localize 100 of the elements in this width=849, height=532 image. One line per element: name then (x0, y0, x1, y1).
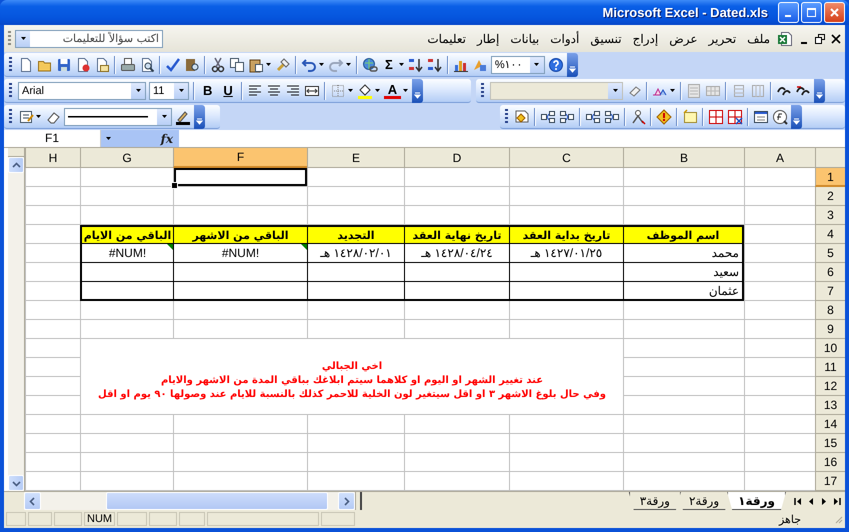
font-box[interactable]: Arial (18, 82, 146, 100)
last-sheet-icon[interactable] (833, 496, 841, 506)
table-cell[interactable]: ١٤٢٨/٠٢/٠١ هـ (307, 244, 404, 263)
row-header[interactable]: 4 (815, 225, 845, 244)
email-document-icon[interactable] (94, 56, 110, 72)
menu-item[interactable]: تعليمات (426, 32, 467, 46)
grid-cell[interactable] (173, 415, 307, 434)
row-header[interactable]: 5 (815, 244, 845, 263)
fill-handle[interactable] (171, 182, 178, 189)
table-cell[interactable] (509, 282, 623, 301)
grid-cell[interactable] (623, 453, 744, 472)
toolbar-grip[interactable] (9, 108, 12, 124)
column-header[interactable]: B (623, 148, 744, 168)
close-icon[interactable] (831, 34, 841, 44)
warning-diamond-icon[interactable] (656, 108, 672, 124)
toolbar-options-icon[interactable] (791, 104, 802, 128)
fill-color-icon[interactable] (356, 82, 373, 98)
copy-icon[interactable] (229, 56, 245, 72)
sheet-tab[interactable]: ورقة٣ (628, 492, 681, 510)
grid-cell[interactable] (25, 168, 80, 187)
sort-descending-icon[interactable] (426, 56, 443, 72)
caret-icon[interactable] (318, 61, 325, 68)
grid-cell[interactable] (509, 187, 623, 206)
caret-icon[interactable] (374, 87, 381, 94)
align-left-icon[interactable] (246, 82, 263, 98)
caret-icon[interactable] (134, 87, 142, 94)
table-cell[interactable] (404, 263, 509, 282)
caret-icon[interactable] (20, 35, 26, 42)
grid-cell[interactable] (623, 377, 744, 396)
row-header[interactable]: 16 (815, 453, 845, 472)
grid-cell[interactable] (25, 282, 80, 301)
row-header[interactable]: 1 (815, 168, 845, 187)
pen-color-icon[interactable] (175, 108, 191, 124)
grid-cell[interactable] (623, 396, 744, 415)
align-right-icon[interactable] (284, 82, 301, 98)
caret-icon[interactable] (105, 135, 112, 142)
toolbar-options-icon[interactable] (566, 52, 578, 76)
caret-icon[interactable] (612, 87, 618, 94)
caret-icon[interactable] (178, 87, 184, 94)
grid-cell[interactable] (25, 263, 80, 282)
table-cell[interactable] (404, 282, 509, 301)
grid-cell[interactable] (173, 434, 307, 453)
menu-item[interactable]: أدوات (549, 32, 580, 46)
grid-cell[interactable] (623, 187, 744, 206)
toolbar-grip[interactable] (9, 56, 12, 72)
grid-cell[interactable] (25, 396, 80, 415)
table-cell[interactable] (173, 263, 307, 282)
sort-ascending-icon[interactable] (408, 56, 424, 72)
menu-item[interactable]: ملف (746, 32, 771, 46)
grid-cell[interactable] (744, 377, 815, 396)
grid-cell[interactable] (25, 244, 80, 263)
align-center-icon[interactable] (266, 82, 282, 98)
grid-cell[interactable] (25, 415, 80, 434)
grid-cell[interactable] (744, 339, 815, 358)
document-permission-icon[interactable] (75, 56, 91, 72)
insert-function-label[interactable]: fx (160, 132, 173, 146)
column-header[interactable]: H (25, 148, 80, 168)
paste-icon[interactable] (248, 56, 264, 72)
grid-cell[interactable] (307, 187, 404, 206)
grid-cell[interactable] (25, 453, 80, 472)
toolbar-grip[interactable] (481, 82, 484, 98)
font-color-button[interactable]: A (384, 82, 402, 98)
evaluate-formula-icon[interactable] (772, 108, 788, 124)
row-header[interactable]: 9 (815, 320, 845, 339)
grid-cell[interactable] (307, 453, 404, 472)
row-header[interactable]: 14 (815, 415, 845, 434)
watch-window-icon[interactable] (753, 108, 769, 124)
column-header[interactable]: C (509, 148, 623, 168)
caret-icon[interactable] (160, 113, 168, 120)
table-cell[interactable]: محمد (623, 244, 744, 263)
column-header[interactable]: F (173, 148, 307, 168)
cut-icon[interactable] (210, 56, 226, 72)
new-document-icon[interactable] (18, 56, 34, 72)
row-header[interactable]: 12 (815, 377, 845, 396)
grid-cell[interactable] (404, 453, 509, 472)
toolbar-options-icon[interactable] (194, 104, 205, 128)
maximize-icon[interactable] (806, 7, 817, 18)
grid-cell[interactable] (25, 339, 80, 358)
row-header[interactable]: 3 (815, 206, 845, 225)
resize-grip-icon[interactable] (833, 514, 843, 524)
row-header[interactable]: 2 (815, 187, 845, 206)
grid-cell[interactable] (744, 358, 815, 377)
tab-split-handle[interactable] (355, 492, 362, 510)
grid-cell[interactable] (173, 187, 307, 206)
grid-cell[interactable] (623, 339, 744, 358)
menu-item[interactable]: إدراج (632, 32, 660, 46)
list-icon[interactable] (686, 82, 702, 98)
menu-item[interactable]: تحرير (708, 32, 738, 46)
grid-cell[interactable] (173, 453, 307, 472)
grid-cell[interactable] (744, 168, 815, 187)
menu-item[interactable]: تنسيق (589, 32, 623, 46)
grid-cell[interactable] (623, 415, 744, 434)
grid-cell[interactable] (80, 301, 173, 320)
grid-cell[interactable] (307, 320, 404, 339)
scroll-thumb[interactable] (106, 492, 328, 510)
bold-button[interactable]: B (199, 82, 216, 98)
grid-cell[interactable] (744, 282, 815, 301)
row-header[interactable]: 13 (815, 396, 845, 415)
toolbar-grip[interactable] (9, 82, 12, 98)
grid-cell[interactable] (404, 301, 509, 320)
